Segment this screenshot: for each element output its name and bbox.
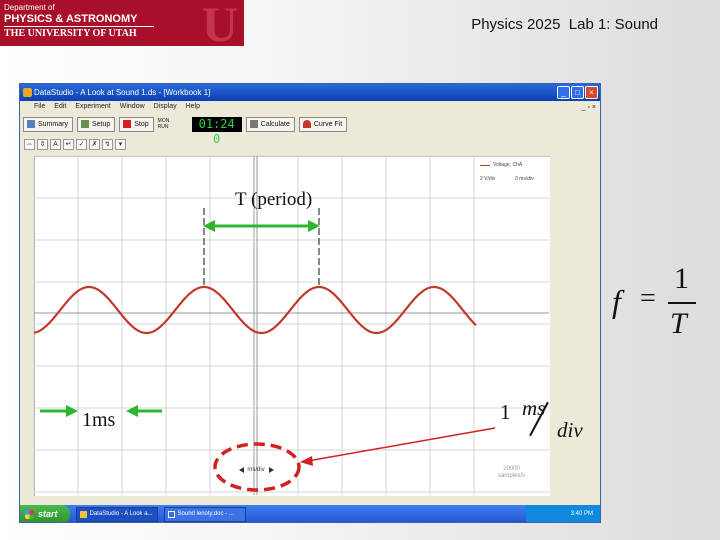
scale-number: 1	[500, 400, 511, 424]
zoom-pointer-arrowhead	[300, 456, 313, 466]
formula-fraction-bar	[668, 302, 696, 304]
formula-f: f	[612, 283, 621, 319]
scale-unit-div: div	[557, 418, 583, 442]
formula-numerator: 1	[674, 262, 689, 295]
formula-equals: =	[640, 283, 656, 314]
formula-denominator: T	[670, 307, 687, 340]
voltage-waveform	[33, 285, 477, 335]
scale-unit-ms: ms	[522, 396, 546, 420]
one-ms-left-arrow	[40, 405, 78, 417]
time-scale-widget[interactable]: ms/div	[236, 467, 276, 473]
annotation-overlay	[33, 155, 549, 495]
zoom-pointer-line	[301, 427, 496, 463]
period-arrow	[203, 220, 320, 232]
period-label: T (period)	[235, 189, 313, 210]
one-ms-right-arrow	[126, 405, 162, 417]
one-ms-label: 1ms	[82, 409, 116, 431]
